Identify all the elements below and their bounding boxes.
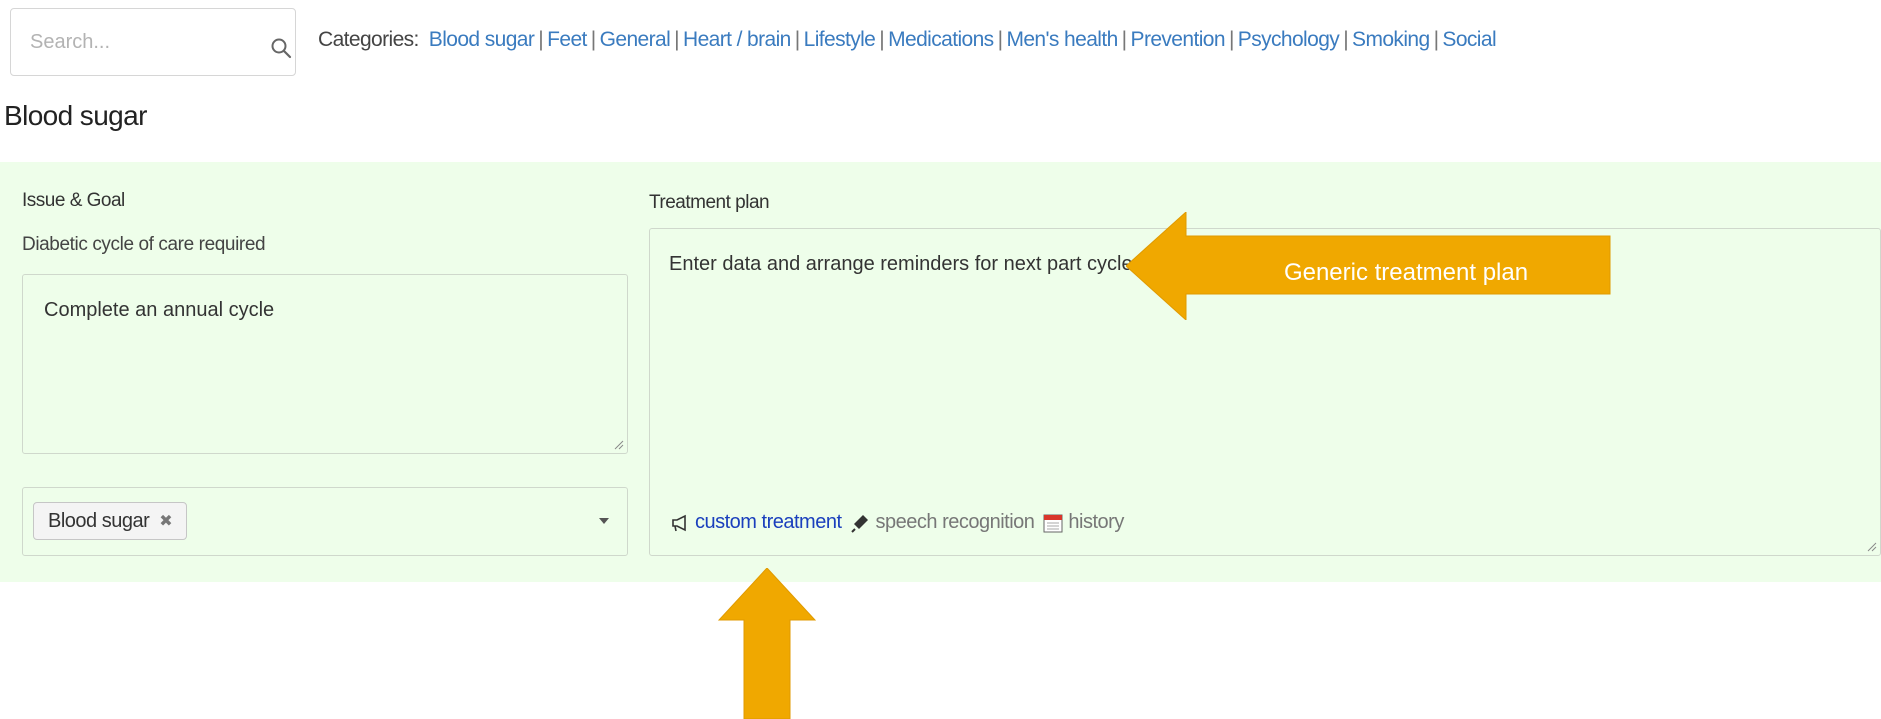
- selected-category-tag: Blood sugar ✖: [33, 502, 188, 540]
- category-link-mens-health[interactable]: Men's health: [1006, 28, 1118, 51]
- separator: |: [997, 28, 1003, 51]
- issue-goal-label: Issue & Goal: [22, 190, 125, 211]
- category-filter-bar: Categories: Blood sugar | Feet | General | Hear…: [318, 28, 1497, 52]
- search-input[interactable]: [12, 10, 250, 74]
- remove-tag-icon[interactable]: ✖: [159, 511, 172, 531]
- speech-recognition-link[interactable]: speech recognition: [850, 511, 1035, 534]
- custom-treatment-link[interactable]: custom treatment: [669, 511, 842, 534]
- separator: |: [1228, 28, 1234, 51]
- dropdown-caret-icon[interactable]: [599, 518, 609, 524]
- microphone-icon: [850, 514, 868, 533]
- goal-textarea[interactable]: Complete an annual cycle: [22, 274, 628, 454]
- search-icon[interactable]: [269, 36, 293, 60]
- resize-handle-icon[interactable]: [612, 438, 624, 450]
- history-link[interactable]: history: [1042, 511, 1124, 534]
- callout-arrow-up: [718, 568, 816, 719]
- category-link-medications[interactable]: Medications: [888, 28, 994, 51]
- category-link-psychology[interactable]: Psychology: [1238, 28, 1340, 51]
- separator: |: [1121, 28, 1127, 51]
- category-select[interactable]: Blood sugar ✖: [22, 487, 628, 556]
- category-link-general[interactable]: General: [600, 28, 671, 51]
- custom-treatment-label: custom treatment: [695, 511, 842, 533]
- treatment-plan-actions: custom treatment speech recognition hist…: [669, 511, 1132, 534]
- callout-label: Generic treatment plan: [1283, 259, 1529, 286]
- category-link-blood-sugar[interactable]: Blood sugar: [429, 28, 535, 51]
- category-link-smoking[interactable]: Smoking: [1352, 28, 1430, 51]
- treatment-plan-text: Enter data and arrange reminders for nex…: [669, 253, 1139, 275]
- history-label: history: [1068, 511, 1124, 533]
- categories-label: Categories:: [318, 28, 419, 51]
- resize-handle-icon[interactable]: [1865, 540, 1877, 552]
- category-link-lifestyle[interactable]: Lifestyle: [804, 28, 876, 51]
- separator: |: [1433, 28, 1439, 51]
- separator: |: [879, 28, 885, 51]
- goal-text: Complete an annual cycle: [44, 299, 275, 321]
- section-title: Blood sugar: [4, 100, 147, 131]
- search-box: [10, 8, 296, 76]
- speech-recognition-label: speech recognition: [875, 511, 1035, 533]
- category-link-prevention[interactable]: Prevention: [1131, 28, 1226, 51]
- calendar-icon: [1043, 514, 1063, 532]
- separator: |: [674, 28, 679, 51]
- separator: |: [538, 28, 544, 51]
- category-link-social[interactable]: Social: [1442, 28, 1496, 51]
- category-link-feet[interactable]: Feet: [547, 28, 587, 51]
- issue-text: Diabetic cycle of care required: [22, 234, 266, 255]
- treatment-plan-label: Treatment plan: [649, 192, 770, 213]
- separator: |: [1343, 28, 1349, 51]
- category-link-heart-brain[interactable]: Heart / brain: [683, 28, 791, 51]
- separator: |: [794, 28, 800, 51]
- tag-label: Blood sugar: [48, 509, 150, 532]
- separator: |: [590, 28, 596, 51]
- megaphone-icon: [672, 514, 686, 531]
